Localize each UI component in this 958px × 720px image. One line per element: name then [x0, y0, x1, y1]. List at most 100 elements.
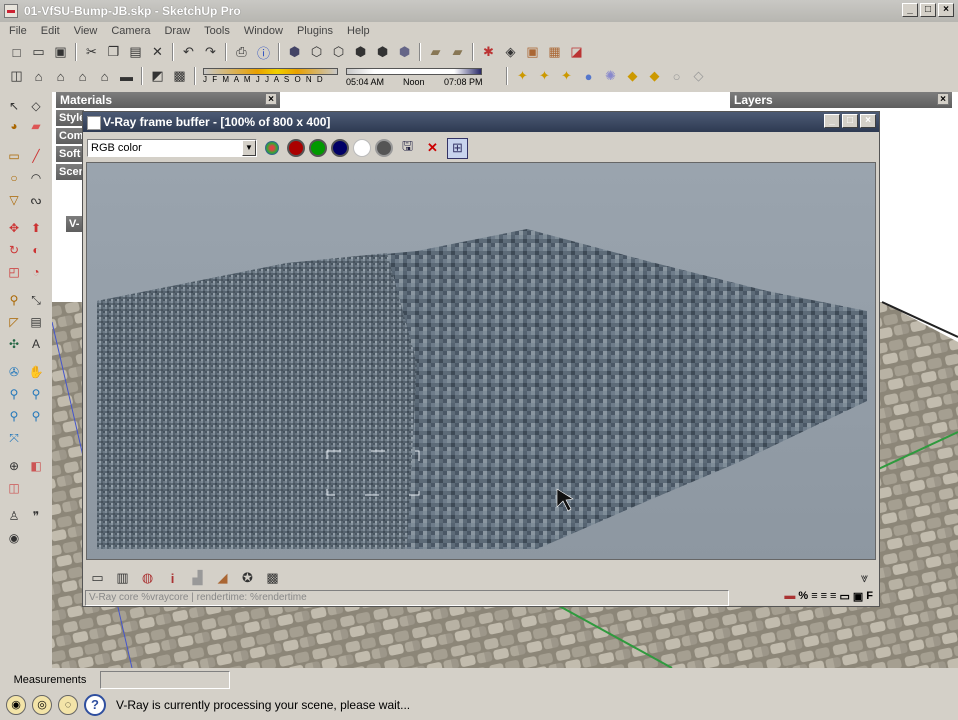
lens-effects-icon[interactable]: ▟ [187, 568, 208, 589]
save-image-icon[interactable]: 🖫 [397, 138, 418, 159]
rotate-icon[interactable]: ↻ [4, 240, 24, 260]
monochrome-icon[interactable]: ▬ [116, 66, 137, 87]
materials-panel-header[interactable]: Materials × [56, 92, 280, 108]
vray-panel-tab[interactable]: V- [66, 216, 82, 232]
3d-text-icon[interactable]: A [26, 334, 46, 354]
cut-icon[interactable]: ✂ [81, 42, 102, 63]
zoom-window-icon[interactable]: ⚲ [26, 384, 46, 404]
vfb-minimize-button[interactable]: _ [824, 114, 840, 128]
walk-icon[interactable]: ♙ [4, 506, 24, 526]
tape-measure-icon[interactable]: ⚲ [4, 290, 24, 310]
soften-panel-tab[interactable]: Soft [56, 146, 84, 162]
channel-select[interactable]: RGB color ▼ [87, 139, 257, 157]
materials-close-icon[interactable]: × [265, 93, 277, 105]
undo-icon[interactable]: ↶ [178, 42, 199, 63]
orbit-icon[interactable]: ✇ [4, 362, 24, 382]
menu-help[interactable]: Help [338, 25, 375, 37]
stamp-icon[interactable]: ✪ [237, 568, 258, 589]
track-mouse-icon[interactable]: ⊞ [447, 137, 468, 159]
menu-edit[interactable]: Edit [32, 25, 65, 37]
curves-icon[interactable]: ◢ [212, 568, 233, 589]
stamp-frame-icon[interactable]: ▣ [853, 590, 863, 603]
signin-icon[interactable]: ◌ [58, 695, 78, 715]
measurements-input[interactable] [100, 671, 230, 689]
protractor-tool-icon[interactable]: ◸ [4, 312, 24, 332]
xray-icon[interactable]: ◫ [6, 66, 27, 87]
geo-location-icon[interactable]: ◉ [6, 695, 26, 715]
pixel-info-icon[interactable]: ▩ [262, 568, 283, 589]
next-view-icon[interactable]: ⚲ [26, 406, 46, 426]
mono-channel-icon[interactable] [375, 139, 393, 157]
footprints-icon[interactable]: ❞ [26, 506, 46, 526]
styles-panel-tab[interactable]: Style [56, 110, 84, 126]
expand-icon[interactable]: ⩔ [854, 568, 875, 589]
layers-panel-header[interactable]: Layers × [730, 92, 952, 108]
follow-me-icon[interactable]: ◐ [26, 240, 46, 260]
move-icon[interactable]: ✥ [4, 218, 24, 238]
paste-icon[interactable]: ▤ [125, 42, 146, 63]
section-plane-icon[interactable]: ▰ [425, 42, 446, 63]
dimension-tool-icon[interactable]: ⤡ [26, 290, 46, 310]
pan-icon[interactable]: ✋ [26, 362, 46, 382]
shaded-icon[interactable]: ⌂ [72, 66, 93, 87]
rect-light-icon[interactable]: ◆ [622, 66, 643, 87]
vray-frame-buffer-icon[interactable]: ▦ [544, 42, 565, 63]
section-display-icon[interactable]: ▰ [447, 42, 468, 63]
shadow-time-slider[interactable]: 05:04 AM Noon 07:08 PM [346, 66, 483, 88]
menu-plugins[interactable]: Plugins [288, 25, 338, 37]
red-channel-icon[interactable] [287, 139, 305, 157]
render-preview[interactable] [86, 162, 876, 560]
text-tool-icon[interactable]: ✦ [556, 66, 577, 87]
shaded-texture-icon[interactable]: ⌂ [94, 66, 115, 87]
axes-icon[interactable]: ✣ [4, 334, 24, 354]
save-icon[interactable]: ▣ [50, 42, 71, 63]
arc-icon[interactable]: ◠ [26, 168, 46, 188]
stamp-box-icon[interactable]: ▭ [839, 590, 849, 603]
previous-view-icon[interactable]: ⚲ [4, 406, 24, 426]
position-camera-icon[interactable]: ⊕ [4, 456, 24, 476]
dimension-icon[interactable]: ✦ [512, 66, 533, 87]
copy-icon[interactable]: ❐ [103, 42, 124, 63]
rectangle-icon[interactable]: ▭ [4, 146, 24, 166]
scenes-panel-tab[interactable]: Scen [56, 164, 84, 180]
rgb-channels-icon[interactable] [265, 141, 279, 155]
new-file-icon[interactable]: □ [6, 42, 27, 63]
align-right-icon[interactable]: ≡ [830, 590, 836, 603]
menu-tools[interactable]: Tools [195, 25, 235, 37]
zoom-extents-icon[interactable]: ⤧ [4, 428, 24, 448]
vfb-title-bar[interactable]: V-Ray frame buffer - [100% of 800 x 400]… [83, 112, 879, 132]
left-view-icon[interactable]: ⬢ [394, 42, 415, 63]
shadow-month-slider[interactable]: J F M A M J J A S O N D [203, 66, 338, 88]
top-view-icon[interactable]: ⬡ [306, 42, 327, 63]
maximize-button[interactable]: □ [920, 3, 936, 17]
display-shadows-icon[interactable]: ▩ [169, 66, 190, 87]
menu-file[interactable]: File [0, 25, 32, 37]
vfb-maximize-button[interactable]: □ [842, 114, 858, 128]
front-view-icon[interactable]: ⬡ [328, 42, 349, 63]
print-icon[interactable]: ⎙ [231, 42, 252, 63]
clear-image-icon[interactable]: ✕ [422, 138, 443, 159]
omni-light-icon[interactable]: ✺ [600, 66, 621, 87]
blue-channel-icon[interactable] [331, 139, 349, 157]
look-around-icon[interactable]: ◫ [4, 478, 24, 498]
scale-icon[interactable]: ◰ [4, 262, 24, 282]
vfb-close-button[interactable]: × [860, 114, 876, 128]
vray-batch-icon[interactable]: ◪ [566, 42, 587, 63]
eye-icon[interactable]: ◉ [4, 528, 24, 548]
circle-icon[interactable]: ○ [4, 168, 24, 188]
help-icon[interactable]: ? [84, 694, 106, 716]
menu-draw[interactable]: Draw [155, 25, 195, 37]
make-component-icon[interactable]: ◇ [26, 96, 46, 116]
erase-icon[interactable]: ✕ [147, 42, 168, 63]
push-pull-icon[interactable]: ⬆ [26, 218, 46, 238]
text-icon[interactable]: ▤ [26, 312, 46, 332]
select-icon[interactable]: ↖ [4, 96, 24, 116]
info-icon[interactable]: i [162, 568, 183, 589]
color-corrections-icon[interactable]: ◍ [137, 568, 158, 589]
open-folder-icon[interactable]: ▭ [28, 42, 49, 63]
alpha-channel-icon[interactable] [353, 139, 371, 157]
sphere-icon[interactable]: ● [578, 66, 599, 87]
green-channel-icon[interactable] [309, 139, 327, 157]
right-view-icon[interactable]: ⬢ [350, 42, 371, 63]
hidden-line-icon[interactable]: ⌂ [50, 66, 71, 87]
